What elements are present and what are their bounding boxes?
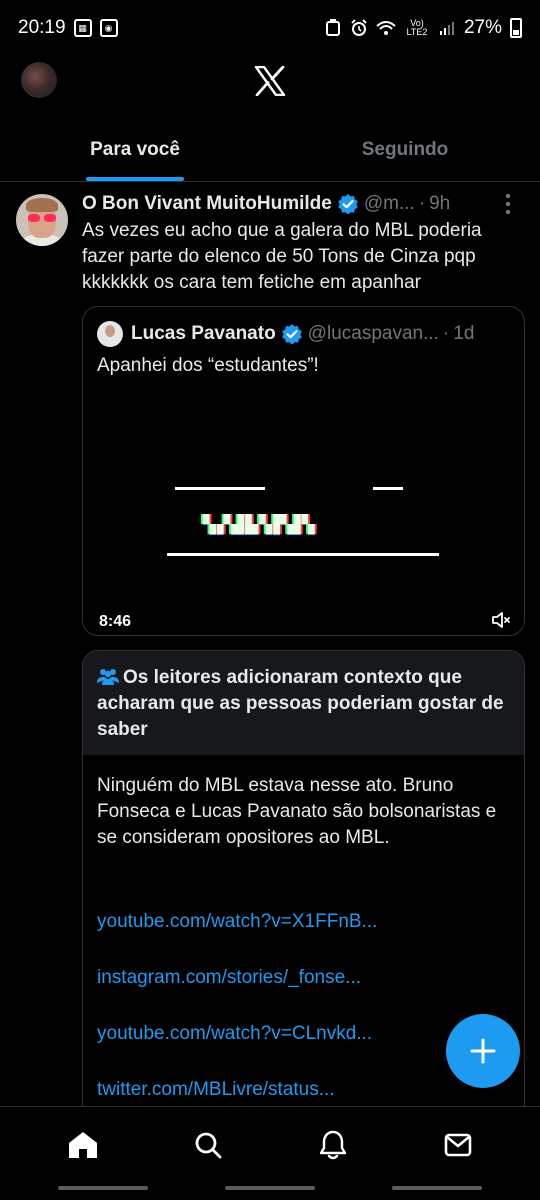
profile-avatar[interactable] <box>21 62 57 98</box>
gesture-bar <box>58 1186 148 1190</box>
status-time: 20:19 <box>18 17 66 38</box>
video-frame-line <box>175 487 265 490</box>
active-tab-indicator <box>86 177 184 181</box>
quoted-tweet[interactable]: Lucas Pavanato @lucaspavan... · 1d Apanh… <box>82 306 525 636</box>
quote-author-handle: @lucaspavan... <box>307 323 439 344</box>
video-frame-line <box>373 487 403 490</box>
bell-icon <box>319 1130 346 1159</box>
tab-label: Para você <box>90 138 180 160</box>
gesture-bar <box>392 1186 482 1190</box>
nav-home[interactable] <box>63 1125 103 1165</box>
verified-badge-icon <box>338 194 358 214</box>
note-link[interactable]: twitter.com/MBLivre/status... <box>97 1079 335 1101</box>
community-note-title-text: Os leitores adicionaram contexto que ach… <box>97 667 504 740</box>
quote-time: 1d <box>453 323 475 344</box>
plus-icon <box>470 1038 496 1064</box>
tweet[interactable]: O Bon Vivant MuitoHumilde @m... · 9h As … <box>0 182 540 1120</box>
home-icon <box>68 1131 97 1158</box>
status-left: 20:19 ▦ ◉ <box>18 17 118 39</box>
separator: · <box>442 323 450 344</box>
tweet-text: As vezes eu acho que a galera do MBL pod… <box>82 220 482 293</box>
author-avatar[interactable] <box>16 194 68 246</box>
battery-percent: 27% <box>463 17 502 38</box>
nav-search[interactable] <box>188 1125 228 1165</box>
gesture-bar <box>225 1186 315 1190</box>
compose-post-button[interactable] <box>446 1014 520 1088</box>
tweet-time[interactable]: 9h <box>429 193 450 215</box>
top-header <box>0 56 540 110</box>
tab-para-voce[interactable]: Para você <box>0 118 270 181</box>
network-type: Vo) LTE2 <box>406 18 428 37</box>
mail-icon <box>444 1133 471 1156</box>
separator: · <box>418 193 426 214</box>
community-note-title: Os leitores adicionaram contexto que ach… <box>97 665 512 743</box>
tweet-header: O Bon Vivant MuitoHumilde @m... · 9h <box>82 190 522 218</box>
search-icon <box>195 1132 221 1158</box>
status-right: Vo) LTE2 27% <box>324 17 522 39</box>
quote-author-avatar <box>97 321 123 347</box>
notification-app-icon-2: ◉ <box>99 19 118 37</box>
note-link[interactable]: youtube.com/watch?v=X1FFnB... <box>97 911 377 933</box>
quote-author-name: Lucas Pavanato <box>131 323 276 344</box>
nav-notifications[interactable] <box>313 1125 353 1165</box>
tab-seguindo[interactable]: Seguindo <box>270 118 540 181</box>
note-link[interactable]: youtube.com/watch?v=CLnvkd... <box>97 1023 372 1045</box>
timeline-tabs: Para você Seguindo <box>0 118 540 182</box>
community-note-body: Ninguém do MBL estava nesse ato. Bruno F… <box>97 775 497 848</box>
author-handle[interactable]: @m... <box>364 193 415 215</box>
recycle-icon <box>324 19 342 37</box>
x-logo-icon[interactable] <box>254 66 286 96</box>
people-icon <box>97 669 119 685</box>
status-bar: 20:19 ▦ ◉ Vo) LTE2 27% <box>0 0 540 56</box>
verified-badge-icon <box>281 324 302 344</box>
note-link[interactable]: instagram.com/stories/_fonse... <box>97 967 361 989</box>
more-options-icon[interactable] <box>494 190 522 218</box>
bottom-nav <box>0 1106 540 1182</box>
signal-icon <box>438 19 456 37</box>
community-note-header: Os leitores adicionaram contexto que ach… <box>83 651 524 755</box>
tab-label: Seguindo <box>361 138 449 160</box>
battery-icon <box>510 18 522 38</box>
video-duration: 8:46 <box>99 613 132 630</box>
video-frame-glitch: ▚▞▟▙▚▛▟▚ <box>203 515 316 534</box>
notification-app-icon: ▦ <box>73 19 92 37</box>
video-player[interactable]: ▚▞▟▙▚▛▟▚ 8:46 <box>83 391 524 635</box>
author-display-name[interactable]: O Bon Vivant MuitoHumilde <box>82 193 332 215</box>
video-frame-line <box>167 553 439 556</box>
wifi-icon <box>376 19 396 37</box>
nav-messages[interactable] <box>438 1125 478 1165</box>
mute-icon[interactable] <box>490 609 512 631</box>
alarm-icon <box>350 19 368 37</box>
quote-header: Lucas Pavanato @lucaspavan... · 1d <box>97 319 517 349</box>
quote-text: Apanhei dos “estudantes”! <box>97 355 319 376</box>
